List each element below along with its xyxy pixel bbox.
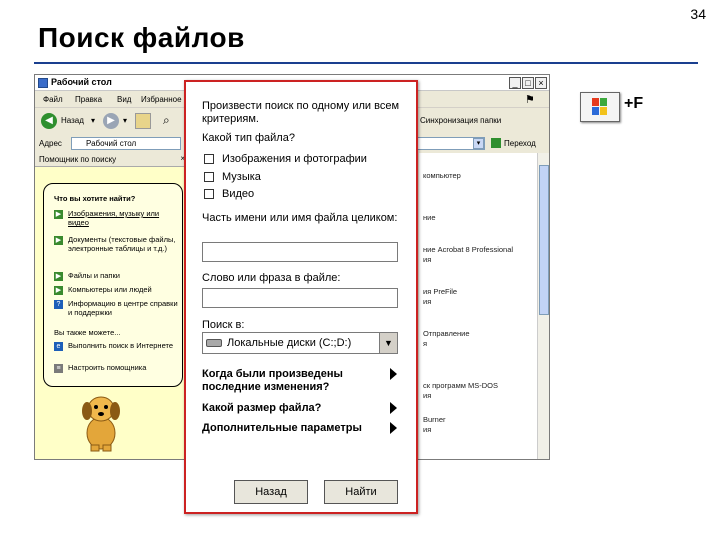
phrase-input[interactable] [202,288,398,308]
expand-arrow-icon[interactable] [390,368,397,380]
images-photos-checkbox[interactable] [204,154,214,164]
list-item[interactable]: ние [423,213,436,222]
forward-arrow-icon[interactable]: ▶ [103,113,119,129]
slide-number: 34 [690,6,706,22]
list-item[interactable]: ск программ MS-DOS [423,381,498,390]
desktop-folder-icon [38,78,48,88]
expand-arrow-icon[interactable] [390,402,397,414]
close-button[interactable]: × [535,77,547,89]
search-options-balloon: Что вы хотите найти? ▶ Изображения, музы… [43,183,183,387]
music-label[interactable]: Музыка [222,171,261,184]
maximize-button[interactable]: □ [522,77,534,89]
windows-flag-icon: ⚑ [525,94,535,106]
list-item[interactable]: ия [423,297,431,306]
look-in-value: Локальные диски (C:;D:) [227,337,352,349]
address-dropdown-icon[interactable]: ▾ [473,138,484,149]
windows-flag-icon [592,98,607,115]
video-label[interactable]: Видео [222,188,254,201]
option-documents[interactable]: Документы (текстовые файлы, электронные … [68,235,180,253]
list-item[interactable]: ия PreFile [423,287,457,296]
back-button[interactable]: Назад [234,480,308,504]
option-customize-assistant[interactable]: Настроить помощника [68,363,180,372]
slide-title: Поиск файлов [38,22,245,53]
back-dropdown-icon[interactable]: ▾ [91,116,95,125]
search-companion-pane: Помощник по поиску × Что вы хотите найти… [35,153,189,459]
menu-edit[interactable]: Правка [75,95,102,104]
up-folder-icon[interactable] [135,113,151,129]
look-in-select[interactable]: Локальные диски (C:;D:) ▼ [202,332,398,354]
sync-folder-label[interactable]: Синхронизация папки [420,116,501,125]
vertical-scrollbar[interactable] [537,153,549,459]
go-arrow-icon[interactable] [491,138,501,148]
windows-logo-key-icon [580,92,620,122]
look-in-label: Поиск в: [202,319,245,331]
internet-search-icon: e [54,342,63,351]
menu-favorites[interactable]: Избранное [141,95,182,104]
panel-heading: Произвести поиск по одному или всем крит… [202,100,400,125]
settings-icon: ≡ [54,364,63,373]
advanced-options-expander[interactable]: Дополнительные параметры [202,422,372,435]
list-item[interactable]: я [423,339,427,348]
hard-drive-icon [206,339,222,347]
list-item[interactable]: Burner [423,415,446,424]
shortcut-text: +F [624,95,644,112]
video-checkbox[interactable] [204,189,214,199]
option-arrow-icon: ▶ [54,236,63,245]
go-button[interactable]: Переход [504,139,536,148]
option-arrow-icon: ▶ [54,286,63,295]
expand-arrow-icon[interactable] [390,422,397,434]
file-size-expander[interactable]: Какой размер файла? [202,402,372,415]
file-list: компьютер ние ние Acrobat 8 Professional… [419,153,549,459]
images-photos-label[interactable]: Изображения и фотографии [222,153,367,166]
menu-file[interactable]: Файл [43,95,63,104]
search-criteria-panel: Произвести поиск по одному или всем крит… [184,80,418,514]
option-help-center[interactable]: Информацию в центре справки и поддержки [68,299,180,317]
list-item[interactable]: компьютер [423,171,461,180]
option-media[interactable]: Изображения, музыку или видео [68,209,180,227]
phrase-label: Слово или фраза в файле: [202,272,341,284]
back-arrow-icon[interactable]: ◀ [41,113,57,129]
find-button[interactable]: Найти [324,480,398,504]
search-question: Что вы хотите найти? [54,194,136,203]
address-value: Рабочий стол [86,139,137,148]
file-type-question: Какой тип файла? [202,132,295,144]
pane-header-title: Помощник по поиску [39,155,117,164]
back-label[interactable]: Назад [61,116,84,125]
option-files-folders[interactable]: Файлы и папки [68,271,180,280]
list-item[interactable]: ние Acrobat 8 Professional [423,245,513,254]
scrollbar-thumb[interactable] [539,165,549,315]
minimize-button[interactable]: _ [509,77,521,89]
title-divider [34,62,698,64]
list-item[interactable]: Отправление [423,329,470,338]
music-checkbox[interactable] [204,172,214,182]
file-name-label: Часть имени или имя файла целиком: [202,212,398,224]
option-arrow-icon: ▶ [54,272,63,281]
option-arrow-icon: ▶ [54,210,63,219]
option-computers-people[interactable]: Компьютеры или людей [68,285,180,294]
menu-view[interactable]: Вид [117,95,131,104]
list-item[interactable]: ия [423,255,431,264]
list-item[interactable]: ия [423,391,431,400]
search-assistant-dog-icon[interactable] [73,389,129,453]
help-center-icon: ? [54,300,63,309]
pane-header: Помощник по поиску × [35,153,189,167]
address-label: Адрес [39,139,62,148]
option-internet-search[interactable]: Выполнить поиск в Интернете [68,341,180,350]
window-title: Рабочий стол [51,77,112,87]
address-input[interactable]: Рабочий стол [71,137,181,150]
modified-date-expander[interactable]: Когда были произведены последние изменен… [202,368,372,394]
file-name-input[interactable] [202,242,398,262]
forward-dropdown-icon[interactable]: ▾ [123,116,127,125]
look-in-dropdown-icon[interactable]: ▼ [379,333,397,353]
search-magnifier-icon[interactable]: ⌕ [163,113,170,128]
list-item[interactable]: ия [423,425,431,434]
also-you-can: Вы также можете... [54,328,121,337]
